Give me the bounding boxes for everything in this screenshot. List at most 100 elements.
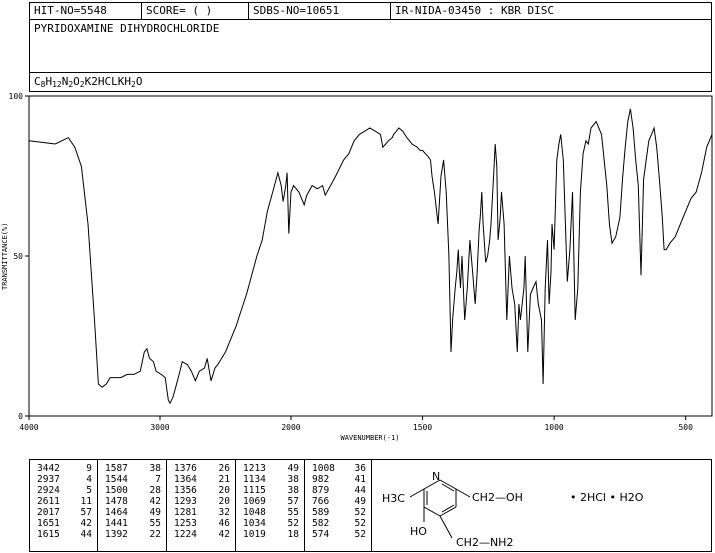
peak-table: 3442 9 2937 4 2924 5 2611 11 2017 57 1651 42 1615 44 1… (29, 459, 372, 552)
peak-wavenumber: 1253 (174, 518, 197, 529)
peak-wavenumber: 574 (312, 529, 330, 540)
peak-wavenumber: 589 (312, 507, 330, 518)
peak-transmittance: 38 (287, 485, 299, 496)
peak-transmittance: 52 (354, 529, 366, 540)
peak-transmittance: 57 (80, 507, 92, 518)
peak-transmittance: 20 (218, 496, 230, 507)
y-tick-label: 0 (18, 412, 23, 421)
ch2nh2-bond (439, 515, 453, 539)
peak-transmittance: 52 (287, 518, 299, 529)
x-tick-label: 500 (678, 423, 693, 432)
structure-box: N H3C HO CH2—OH CH2—NH2 • 2HCl • H2O (372, 459, 712, 552)
peak-row: 1253 46 (167, 518, 235, 529)
peak-row: 879 44 (305, 485, 371, 496)
peak-row: 1500 28 (98, 485, 166, 496)
peak-wavenumber: 1364 (174, 474, 197, 485)
x-tick-label: 2000 (281, 423, 300, 432)
peak-wavenumber: 1281 (174, 507, 197, 518)
peak-wavenumber: 1651 (37, 518, 60, 529)
peak-transmittance: 38 (149, 463, 161, 474)
x-tick-label: 4000 (19, 423, 38, 432)
peak-transmittance: 42 (80, 518, 92, 529)
peak-row: 1293 20 (167, 496, 235, 507)
peak-row: 1115 38 (236, 485, 304, 496)
peak-wavenumber: 1224 (174, 529, 197, 540)
pyridoxamine-structure: N H3C HO CH2—OH CH2—NH2 • 2HCl • H2O (382, 470, 644, 549)
peak-row: 1478 42 (98, 496, 166, 507)
peak-row: 574 52 (305, 529, 371, 540)
peak-transmittance: 42 (149, 496, 161, 507)
peak-wavenumber: 2937 (37, 474, 60, 485)
peak-wavenumber: 3442 (37, 463, 60, 474)
peak-row: 1464 49 (98, 507, 166, 518)
peak-transmittance: 21 (218, 474, 230, 485)
hydroxyl-label: HO (410, 525, 427, 538)
peak-transmittance: 22 (149, 529, 161, 540)
peak-row: 1544 7 (98, 474, 166, 485)
peak-row: 3442 9 (30, 463, 97, 474)
peak-transmittance: 44 (354, 485, 366, 496)
peak-row: 766 49 (305, 496, 371, 507)
peak-row: 1069 57 (236, 496, 304, 507)
peak-row: 589 52 (305, 507, 371, 518)
peak-row: 1441 55 (98, 518, 166, 529)
peak-wavenumber: 1615 (37, 529, 60, 540)
peak-transmittance: 42 (218, 529, 230, 540)
peak-transmittance: 52 (354, 507, 366, 518)
peak-wavenumber: 879 (312, 485, 330, 496)
peak-column: 1213 49 1134 38 1115 38 1069 57 1048 55 1034 52 1019… (236, 460, 305, 551)
peak-transmittance: 44 (80, 529, 92, 540)
peak-row: 1364 21 (167, 474, 235, 485)
peak-wavenumber: 1019 (243, 529, 266, 540)
peak-wavenumber: 766 (312, 496, 330, 507)
peak-row: 1224 42 (167, 529, 235, 540)
peak-row: 1213 49 (236, 463, 304, 474)
spectrum-line (28, 108, 713, 405)
peak-row: 1034 52 (236, 518, 304, 529)
peak-transmittance: 41 (354, 474, 366, 485)
peak-transmittance: 46 (218, 518, 230, 529)
peak-wavenumber: 1478 (105, 496, 128, 507)
methyl-bond (409, 488, 425, 498)
peak-row: 2611 11 (30, 496, 97, 507)
x-tick-label: 3000 (150, 423, 169, 432)
peak-transmittance: 20 (218, 485, 230, 496)
peak-row: 1392 22 (98, 529, 166, 540)
ring-bond (423, 506, 441, 517)
peak-wavenumber: 1587 (105, 463, 128, 474)
peak-wavenumber: 1213 (243, 463, 266, 474)
peak-wavenumber: 1069 (243, 496, 266, 507)
ch2oh-bond (455, 488, 471, 498)
peak-row: 1019 18 (236, 529, 304, 540)
aminomethyl-label: CH2—NH2 (456, 536, 513, 549)
x-axis-label: WAVENUMBER(-1) (340, 434, 399, 442)
peak-wavenumber: 1134 (243, 474, 266, 485)
methyl-label: H3C (382, 492, 405, 505)
peak-transmittance: 57 (287, 496, 299, 507)
y-tick-label: 50 (13, 252, 23, 261)
peak-wavenumber: 982 (312, 474, 330, 485)
y-axis-ticks: 0 50 100 (9, 92, 29, 421)
peak-wavenumber: 582 (312, 518, 330, 529)
peak-transmittance: 5 (86, 485, 92, 496)
peak-transmittance: 49 (149, 507, 161, 518)
y-axis-label: TRANSMITTANCE(%) (1, 223, 9, 290)
peak-row: 1651 42 (30, 518, 97, 529)
x-tick-label: 1000 (544, 423, 563, 432)
x-axis-ticks: 4000 3000 2000 1500 1000 500 (19, 416, 693, 432)
peak-transmittance: 49 (287, 463, 299, 474)
peak-transmittance: 7 (155, 474, 161, 485)
peak-wavenumber: 1293 (174, 496, 197, 507)
peak-transmittance: 18 (287, 529, 299, 540)
salt-label: • 2HCl • H2O (570, 491, 644, 504)
peak-row: 1134 38 (236, 474, 304, 485)
x-tick-label: 1500 (413, 423, 432, 432)
peak-wavenumber: 1034 (243, 518, 266, 529)
peak-row: 1615 44 (30, 529, 97, 540)
peak-wavenumber: 1500 (105, 485, 128, 496)
peak-wavenumber: 2017 (37, 507, 60, 518)
peak-transmittance: 9 (86, 463, 92, 474)
peak-transmittance: 4 (86, 474, 92, 485)
peak-wavenumber: 1441 (105, 518, 128, 529)
peak-transmittance: 55 (149, 518, 161, 529)
